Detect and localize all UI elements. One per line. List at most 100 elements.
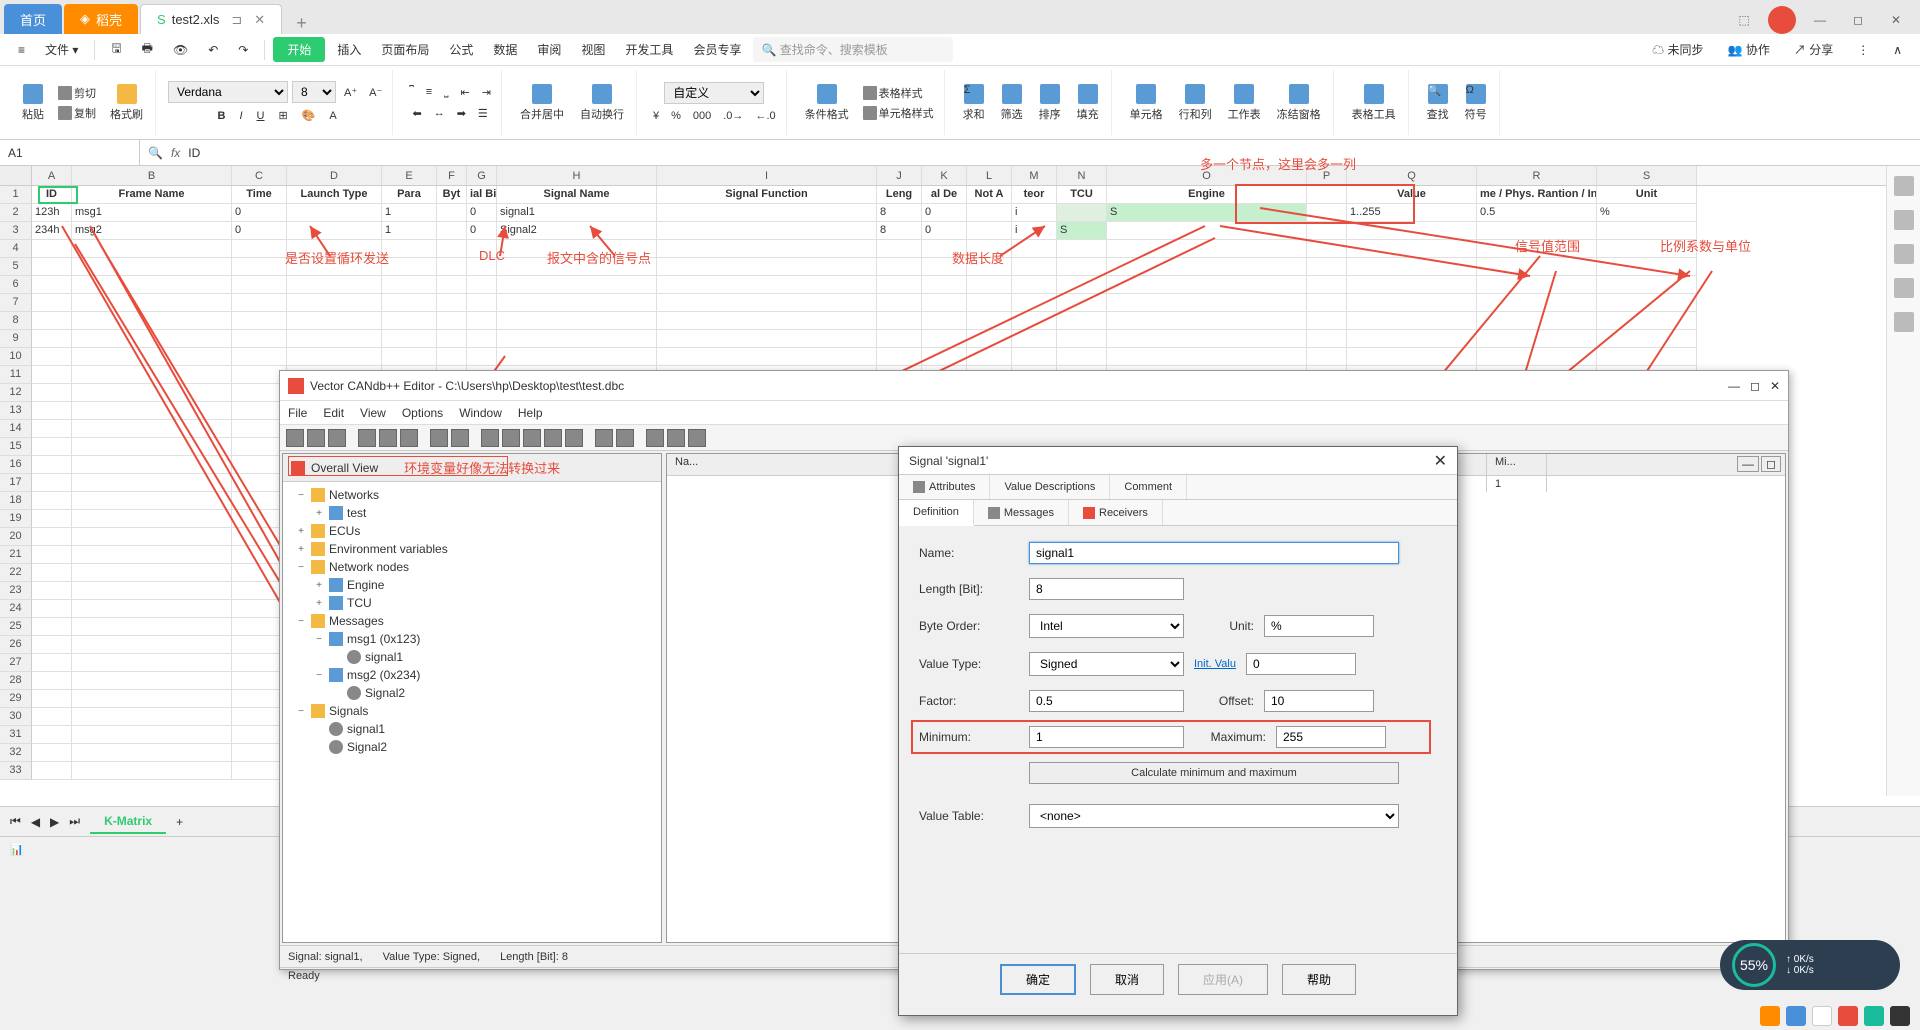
close-icon[interactable]: ✕ — [254, 12, 265, 28]
more-icon[interactable]: ⋮ — [1849, 39, 1877, 61]
cell[interactable]: Frame Name — [72, 186, 232, 204]
tab-docer[interactable]: ◈稻壳 — [64, 4, 138, 34]
tree-expand-icon[interactable]: + — [295, 526, 307, 537]
cell[interactable] — [1107, 348, 1307, 366]
tb-paste-icon[interactable] — [400, 429, 418, 447]
side-icon-4[interactable] — [1894, 278, 1914, 298]
col-header[interactable]: P — [1307, 166, 1347, 185]
cell[interactable] — [287, 204, 382, 222]
tb-new-icon[interactable] — [286, 429, 304, 447]
cell[interactable] — [467, 240, 497, 258]
cell[interactable] — [1107, 294, 1307, 312]
cell[interactable] — [32, 366, 72, 384]
cell[interactable] — [657, 312, 877, 330]
cell[interactable] — [32, 744, 72, 762]
tab-home[interactable]: 首页 — [4, 4, 62, 34]
tree-expand-icon[interactable]: + — [313, 580, 325, 591]
cell[interactable] — [967, 222, 1012, 240]
list-max-icon[interactable]: ◻ — [1761, 456, 1781, 472]
cell[interactable] — [32, 672, 72, 690]
cell[interactable] — [1012, 240, 1057, 258]
select-byteorder[interactable]: Intel — [1029, 614, 1184, 638]
cell[interactable] — [657, 222, 877, 240]
cell[interactable] — [922, 312, 967, 330]
cell[interactable] — [1307, 186, 1347, 204]
cell[interactable] — [232, 294, 287, 312]
cell[interactable] — [437, 276, 467, 294]
tray-icon-1[interactable] — [1760, 1006, 1780, 1026]
cell[interactable] — [967, 330, 1012, 348]
cell-button[interactable]: 单元格 — [1124, 82, 1169, 124]
tray-icon-3[interactable] — [1812, 1006, 1832, 1026]
menu-vip[interactable]: 会员专享 — [685, 37, 749, 62]
cell[interactable] — [437, 204, 467, 222]
input-factor[interactable] — [1029, 690, 1184, 712]
cell[interactable] — [1107, 312, 1307, 330]
calc-minmax-button[interactable]: Calculate minimum and maximum — [1029, 762, 1399, 784]
dialog-close-icon[interactable]: ✕ — [1434, 451, 1447, 471]
wrap-button[interactable]: 自动换行 — [574, 82, 630, 124]
tb-grid4-icon[interactable] — [544, 429, 562, 447]
row-header[interactable]: 17 — [0, 474, 32, 492]
cell[interactable] — [1107, 240, 1307, 258]
col-header[interactable]: M — [1012, 166, 1057, 185]
cell[interactable] — [437, 330, 467, 348]
tree-node[interactable]: +test — [287, 504, 657, 522]
sheet-add-icon[interactable]: + — [176, 815, 183, 829]
cell[interactable] — [467, 312, 497, 330]
cell[interactable] — [72, 636, 232, 654]
tree-expand-icon[interactable]: − — [295, 616, 307, 627]
comma-icon[interactable]: 000 — [689, 108, 715, 124]
row-header[interactable]: 7 — [0, 294, 32, 312]
cell[interactable] — [72, 582, 232, 600]
candb-menu-item[interactable]: View — [360, 406, 386, 420]
cell[interactable] — [32, 258, 72, 276]
cell[interactable]: msg1 — [72, 204, 232, 222]
cell[interactable] — [72, 366, 232, 384]
cell[interactable]: 8 — [877, 222, 922, 240]
cell[interactable] — [1307, 258, 1347, 276]
input-initvalue[interactable] — [1246, 653, 1356, 675]
cell[interactable] — [1477, 240, 1597, 258]
cell[interactable] — [1597, 348, 1697, 366]
row-header[interactable]: 29 — [0, 690, 32, 708]
cell[interactable] — [497, 294, 657, 312]
cell[interactable] — [1307, 294, 1347, 312]
cell[interactable] — [287, 312, 382, 330]
cell[interactable] — [72, 330, 232, 348]
cell[interactable] — [967, 258, 1012, 276]
col-header[interactable]: L — [967, 166, 1012, 185]
cell[interactable] — [287, 258, 382, 276]
cell[interactable] — [1477, 348, 1597, 366]
cell[interactable] — [1477, 330, 1597, 348]
cell[interactable]: 0 — [467, 222, 497, 240]
cell[interactable]: S — [1107, 204, 1307, 222]
cell[interactable] — [72, 258, 232, 276]
cell[interactable] — [72, 546, 232, 564]
sum-button[interactable]: Σ求和 — [957, 82, 991, 124]
cell[interactable] — [32, 654, 72, 672]
cell[interactable] — [1307, 330, 1347, 348]
cellstyle-button[interactable]: 单元格样式 — [859, 103, 938, 123]
input-min[interactable] — [1029, 726, 1184, 748]
cell[interactable] — [32, 600, 72, 618]
cell[interactable] — [32, 582, 72, 600]
candb-titlebar[interactable]: Vector CANdb++ Editor - C:\Users\hp\Desk… — [280, 371, 1788, 401]
cell[interactable] — [1597, 240, 1697, 258]
select-valuetype[interactable]: Signed — [1029, 652, 1184, 676]
row-header[interactable]: 1 — [0, 186, 32, 204]
cell[interactable]: 123h — [32, 204, 72, 222]
condfmt-button[interactable]: 条件格式 — [799, 82, 855, 124]
cell[interactable] — [382, 258, 437, 276]
cell[interactable] — [1012, 312, 1057, 330]
currency-icon[interactable]: ¥ — [649, 108, 663, 124]
tab-receivers[interactable]: Receivers — [1069, 500, 1163, 525]
tree-node[interactable]: Signal2 — [287, 738, 657, 756]
cell[interactable] — [1057, 348, 1107, 366]
candb-max-icon[interactable]: ◻ — [1750, 379, 1760, 393]
cell[interactable] — [437, 258, 467, 276]
cell[interactable] — [72, 672, 232, 690]
cell[interactable] — [1012, 258, 1057, 276]
row-header[interactable]: 33 — [0, 762, 32, 780]
cell[interactable] — [1012, 294, 1057, 312]
